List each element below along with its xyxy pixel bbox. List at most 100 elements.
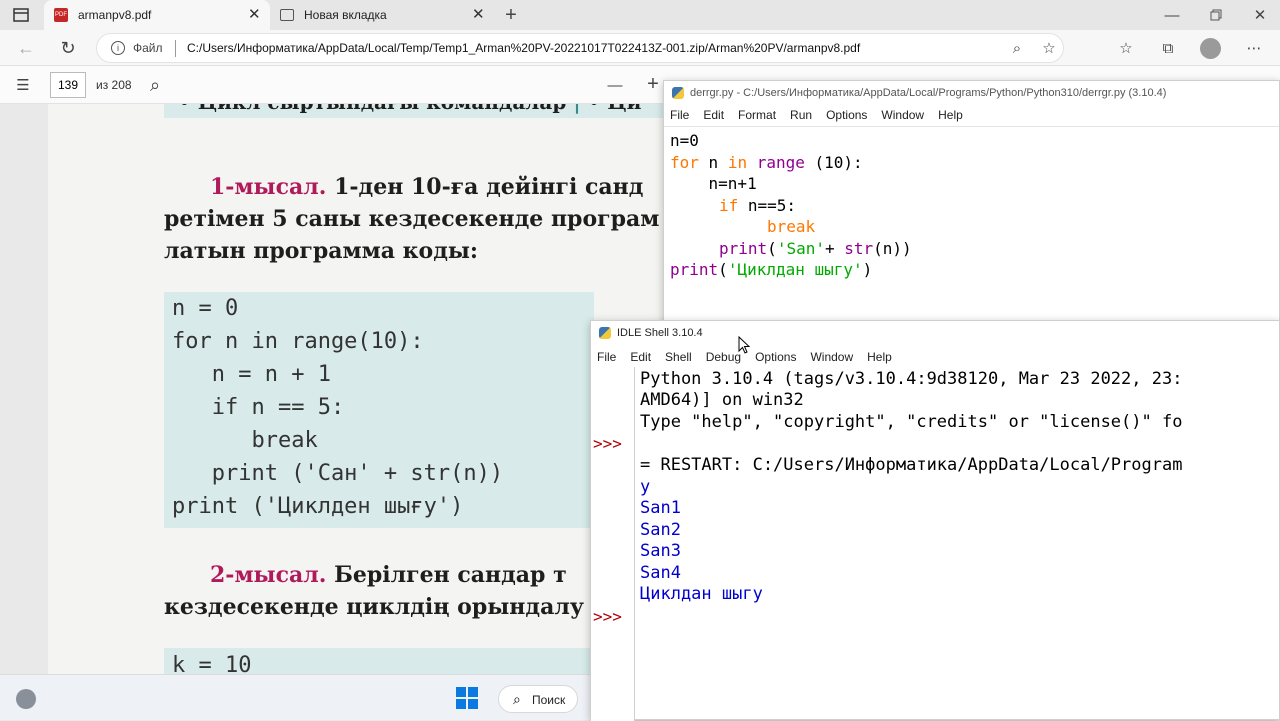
tab-actions-icon[interactable] <box>10 6 32 24</box>
windows-start-icon[interactable] <box>456 687 478 709</box>
shell-title-bar[interactable]: IDLE Shell 3.10.4 <box>591 321 1279 345</box>
page-number-input[interactable]: 139 <box>50 72 86 98</box>
shell-output-line: San1 <box>640 498 681 518</box>
zoom-out-button[interactable]: — <box>604 75 626 95</box>
example1-label: 1-мысал. <box>210 174 327 200</box>
code-line: n=0 <box>670 131 699 150</box>
top-partial-text: • Цикл сыртындағы командалар | • Ци <box>178 104 641 114</box>
url-scheme-label: Файл <box>133 41 163 55</box>
new-tab-plus-icon[interactable]: + <box>500 4 522 26</box>
python-shell-icon <box>599 327 611 339</box>
shell-line: Type "help", "copyright", "credits" or "… <box>640 412 1183 432</box>
book-code-line: n = 0 <box>172 296 239 321</box>
shell-line: AMD64)] on win32 <box>640 390 804 410</box>
editor-code-area[interactable]: n=0 for n in range (10): n=n+1 if n==5: … <box>664 126 1279 330</box>
menu-edit[interactable]: Edit <box>703 108 724 122</box>
menu-debug[interactable]: Debug <box>706 350 741 364</box>
shell-output-line: San3 <box>640 541 681 561</box>
tab-label: Новая вкладка <box>304 8 387 22</box>
idle-shell-window[interactable]: IDLE Shell 3.10.4 File Edit Shell Debug … <box>590 320 1280 721</box>
shell-menu-bar: File Edit Shell Debug Options Window Hel… <box>591 347 1279 367</box>
editor-title-bar[interactable]: derrgr.py - C:/Users/Информатика/AppData… <box>664 81 1279 105</box>
book-code-line: print ('Сан' + str(n)) <box>172 461 504 486</box>
profile-avatar[interactable] <box>1200 38 1221 59</box>
shell-title: IDLE Shell 3.10.4 <box>617 327 703 339</box>
contents-list-icon[interactable]: ☰ <box>12 75 34 95</box>
menu-format[interactable]: Format <box>738 108 776 122</box>
close-tab-icon[interactable]: ✕ <box>472 5 485 23</box>
shell-line: y <box>640 477 651 497</box>
code-line: print('San'+ str(n)) <box>719 239 912 258</box>
page-number-value: 139 <box>57 78 79 92</box>
back-icon[interactable]: ← <box>14 37 38 59</box>
browser-tab-strip: PDF armanpv8.pdf ✕ Новая вкладка ✕ + — ✕ <box>0 0 1280 30</box>
shell-output-line: San4 <box>640 563 681 583</box>
shell-gutter <box>591 367 635 721</box>
editor-menu-bar: File Edit Format Run Options Window Help <box>664 105 1279 125</box>
shell-prompt: >>> <box>593 607 622 626</box>
bottom-code-line: k = 10 <box>172 653 252 674</box>
pdf-page: • Цикл сыртындағы командалар | • Ци 1-мы… <box>48 104 668 674</box>
example2-line1: 2-мысал. Берілген сандар т <box>210 562 567 588</box>
shell-output-area[interactable]: Python 3.10.4 (tags/v3.10.4:9d38120, Mar… <box>636 367 1280 721</box>
menu-options[interactable]: Options <box>755 350 796 364</box>
zoom-in-button[interactable]: + <box>642 72 664 96</box>
shell-line: = RESTART: C:/Users/Информатика/AppData/… <box>640 455 1183 475</box>
page-icon <box>280 9 294 21</box>
menu-edit[interactable]: Edit <box>630 350 651 364</box>
book-code-line: n = n + 1 <box>172 362 331 387</box>
tab-armanpv8-pdf[interactable]: PDF armanpv8.pdf ✕ <box>44 0 270 30</box>
page-total-label: из 208 <box>96 78 132 92</box>
book-code-line: break <box>172 428 318 453</box>
favorite-add-icon[interactable]: ☆ <box>1039 38 1059 58</box>
editor-title: derrgr.py - C:/Users/Информатика/AppData… <box>690 87 1167 99</box>
example1-line2: ретімен 5 саны кездесекенде програм <box>164 206 660 232</box>
zoom-in-label: + <box>647 72 659 95</box>
menu-shell[interactable]: Shell <box>665 350 692 364</box>
taskbar-search-label: Поиск <box>532 693 566 707</box>
menu-file[interactable]: File <box>670 108 689 122</box>
url-separator <box>175 40 176 57</box>
book-code-line: if n == 5: <box>172 395 345 420</box>
tab-new-tab[interactable]: Новая вкладка ✕ <box>272 0 496 30</box>
example2-label: 2-мысал. <box>210 562 327 588</box>
code-line: for n in range (10): <box>670 153 863 172</box>
more-menu-icon[interactable]: ⋯ <box>1242 37 1266 59</box>
shell-output-line: Циклдан шыгу <box>640 584 763 604</box>
close-window-icon[interactable]: ✕ <box>1248 4 1272 26</box>
code-line: if n==5: <box>719 196 797 215</box>
shell-prompt: >>> <box>593 434 622 453</box>
menu-run[interactable]: Run <box>790 108 812 122</box>
python-file-icon <box>672 87 684 99</box>
example1-line1: 1-мысал. 1-ден 10-ға дейінгі санд <box>210 174 644 200</box>
favorites-icon[interactable]: ☆ <box>1114 37 1138 59</box>
restore-icon[interactable] <box>1204 4 1228 26</box>
url-box[interactable]: i Файл C:/Users/Информатика/AppData/Loca… <box>96 33 1064 63</box>
shell-output-line: San2 <box>640 520 681 540</box>
weather-widget-icon[interactable] <box>16 689 36 709</box>
search-icon: ⌕ <box>513 691 521 707</box>
menu-window[interactable]: Window <box>881 108 924 122</box>
menu-help[interactable]: Help <box>938 108 963 122</box>
collections-icon[interactable]: ⧉ <box>1156 37 1180 59</box>
search-icon[interactable]: ⌕ <box>144 75 166 95</box>
close-tab-icon[interactable]: ✕ <box>248 5 261 23</box>
code-line: print('Циклдан шыгу') <box>670 260 873 279</box>
menu-window[interactable]: Window <box>810 350 853 364</box>
url-text[interactable]: C:/Users/Информатика/AppData/Local/Temp/… <box>187 41 860 55</box>
info-icon: i <box>111 41 125 55</box>
code-line: n=n+1 <box>670 174 757 193</box>
example2-line2: кездесекенде циклдің орындалу <box>164 594 584 620</box>
code-line: break <box>767 217 816 236</box>
menu-help[interactable]: Help <box>867 350 892 364</box>
minimize-icon[interactable]: — <box>1160 4 1184 26</box>
refresh-icon[interactable]: ↻ <box>56 37 80 59</box>
zoom-icon[interactable]: ⌕ <box>1007 38 1027 58</box>
shell-line: Python 3.10.4 (tags/v3.10.4:9d38120, Mar… <box>640 369 1183 389</box>
menu-file[interactable]: File <box>597 350 616 364</box>
pdf-icon: PDF <box>54 8 68 22</box>
idle-editor-window[interactable]: derrgr.py - C:/Users/Информатика/AppData… <box>663 80 1280 330</box>
taskbar-search-box[interactable]: ⌕ Поиск <box>498 685 578 713</box>
menu-options[interactable]: Options <box>826 108 867 122</box>
example1-line3: латын программа коды: <box>164 238 479 264</box>
